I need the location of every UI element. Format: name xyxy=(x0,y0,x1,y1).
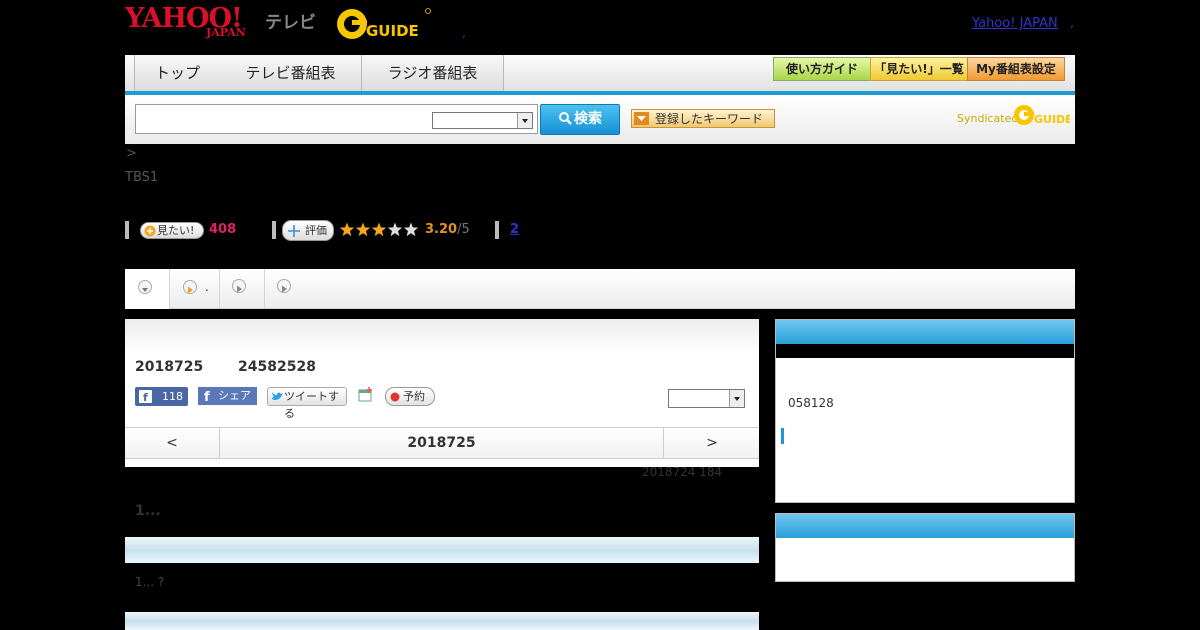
search-bar: 検索 登録したキーワード Syndicated GUIDE xyxy=(125,95,1075,144)
like-count: 118 xyxy=(162,390,183,403)
want-button[interactable]: 見たい! xyxy=(140,222,204,239)
gguide-logo[interactable]: GUIDE xyxy=(335,7,431,41)
twitter-bird-icon xyxy=(272,392,283,400)
rating-stars xyxy=(339,222,423,242)
prev-date-button[interactable]: < xyxy=(125,428,220,458)
next-date-button[interactable]: > xyxy=(663,428,760,458)
program-panel: 2018725 24582528 f 118 f シェア ツイートする 予約 <… xyxy=(125,319,759,467)
plus-icon xyxy=(144,225,156,237)
tab-radio-listings[interactable]: ラジオ番組表 xyxy=(362,55,504,91)
tab-tv-listings[interactable]: テレビ番組表 xyxy=(220,55,362,91)
panel-select[interactable] xyxy=(668,389,745,408)
play-icon xyxy=(183,280,197,294)
play-icon xyxy=(277,279,291,293)
header-link-dot: , xyxy=(462,26,466,40)
tab-second[interactable]: . xyxy=(170,269,220,308)
svg-text:GUIDE: GUIDE xyxy=(1034,113,1070,126)
chevron-down-icon xyxy=(138,280,152,294)
plus-icon xyxy=(288,225,300,237)
want-count: 408 xyxy=(209,222,237,237)
program-date: 2018725 xyxy=(135,359,204,375)
star-rating-icon xyxy=(339,222,419,237)
star-filled-icon xyxy=(355,222,371,237)
calendar-add-icon[interactable] xyxy=(358,387,374,403)
search-button-label: 検索 xyxy=(574,111,602,127)
facebook-icon: f xyxy=(204,390,210,403)
content-heading: 1... xyxy=(135,503,161,519)
current-date: 2018725 xyxy=(407,435,476,451)
chevron-down-icon xyxy=(734,397,740,401)
panel-header xyxy=(125,319,759,354)
program-meta: 2018724 184 xyxy=(642,465,723,479)
my-listings-settings-button[interactable]: My番組表設定 xyxy=(967,57,1065,81)
tweet-label: ツイートする xyxy=(284,390,339,420)
rating-max: /5 xyxy=(457,222,470,237)
gguide-logo-text: GUIDE xyxy=(366,22,419,40)
header-link-separator: , xyxy=(1070,16,1075,31)
yahoo-japan-text: JAPAN xyxy=(206,26,246,39)
search-icon xyxy=(559,112,572,125)
sidebar-box: 058128 xyxy=(775,319,1075,503)
sidebar-marker xyxy=(781,428,784,444)
section-header-bar xyxy=(125,612,759,630)
want-label: 見たい! xyxy=(157,224,195,237)
sidebar-box xyxy=(775,513,1075,582)
section-header-bar xyxy=(125,537,759,563)
content-text: 1... ? xyxy=(135,575,165,589)
select-arrow-button[interactable] xyxy=(517,113,532,128)
record-icon xyxy=(390,392,400,402)
rating-value: 3.20/5 xyxy=(425,222,470,237)
sidebar-header xyxy=(776,514,1074,538)
sidebar-band xyxy=(776,344,1074,358)
sidebar-header xyxy=(776,320,1074,344)
tv-label: テレビ xyxy=(265,13,316,33)
rate-label: 評価 xyxy=(305,224,327,237)
select-arrow-button[interactable] xyxy=(729,390,744,407)
star-empty-icon xyxy=(387,222,403,237)
registered-keywords-button[interactable]: 登録したキーワード xyxy=(631,109,775,128)
star-filled-icon xyxy=(371,222,387,237)
main-nav: トップ テレビ番組表 ラジオ番組表 使い方ガイド 「見たい!」一覧 My番組表設… xyxy=(125,55,1075,95)
stat-divider xyxy=(495,221,499,239)
rating-number: 3.20 xyxy=(425,222,458,237)
facebook-icon: f xyxy=(139,390,152,403)
rate-button[interactable]: 評価 xyxy=(282,220,334,241)
svg-text:f: f xyxy=(204,390,210,403)
want-list-button[interactable]: 「見たい!」一覧 xyxy=(870,57,968,81)
share-label: シェア xyxy=(218,389,251,402)
tab-fourth[interactable] xyxy=(265,269,309,308)
sidebar-number: 058128 xyxy=(788,396,834,410)
yahoo-japan-link[interactable]: Yahoo! JAPAN xyxy=(972,16,1058,31)
program-time: 24582528 xyxy=(238,359,316,375)
stat-divider xyxy=(125,221,129,239)
channel-name: TBS1 xyxy=(125,170,159,185)
star-filled-icon xyxy=(339,222,355,237)
syndicated-gguide-logo: GUIDE xyxy=(1014,105,1070,126)
date-navigation: < 2018725 > xyxy=(125,427,759,459)
dropdown-arrow-icon xyxy=(634,112,649,125)
usage-guide-button[interactable]: 使い方ガイド xyxy=(773,57,871,81)
svg-text:f: f xyxy=(143,391,148,403)
facebook-share-button[interactable]: f シェア xyxy=(198,387,257,405)
registered-keywords-label: 登録したキーワード xyxy=(655,112,764,126)
reserve-button[interactable]: 予約 xyxy=(385,387,435,406)
tab-current[interactable] xyxy=(125,269,170,309)
tab-second-label: . xyxy=(205,280,209,294)
facebook-like-button[interactable]: f 118 xyxy=(135,387,188,406)
search-button[interactable]: 検索 xyxy=(540,104,620,135)
search-category-select[interactable] xyxy=(432,112,533,129)
star-empty-icon xyxy=(403,222,419,237)
program-tabs: . xyxy=(125,269,1075,309)
review-count-link[interactable]: 2 xyxy=(510,222,519,237)
stat-divider xyxy=(272,221,276,239)
breadcrumb: > xyxy=(126,146,137,161)
tweet-button[interactable]: ツイートする xyxy=(267,387,347,420)
play-icon xyxy=(232,279,246,293)
reserve-label: 予約 xyxy=(403,390,425,403)
tab-third[interactable] xyxy=(220,269,265,308)
syndicated-label: Syndicated xyxy=(957,112,1019,125)
tab-top[interactable]: トップ xyxy=(134,55,221,91)
chevron-down-icon xyxy=(522,119,528,123)
